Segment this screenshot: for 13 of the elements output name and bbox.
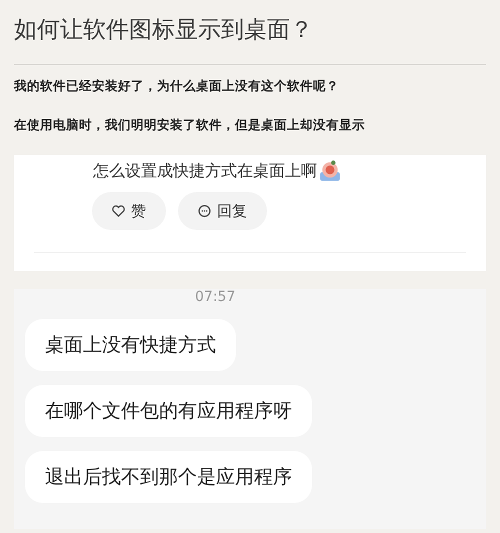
message-bubble: 桌面上没有快捷方式 (25, 319, 236, 371)
message-bubble: 退出后找不到那个是应用程序 (25, 451, 312, 503)
speech-bubble-icon (198, 204, 211, 218)
paragraph: 我的软件已经安装好了，为什么桌面上没有这个软件呢？ (14, 77, 340, 95)
article-title: 如何让软件图标显示到桌面？ (14, 16, 314, 45)
heart-icon (112, 204, 125, 218)
reply-button[interactable]: 回复 (178, 192, 267, 230)
like-button[interactable]: 赞 (92, 192, 166, 230)
message-bubble: 在哪个文件包的有应用程序呀 (25, 385, 312, 437)
message-time: 07:57 (194, 289, 236, 305)
comment-text: 怎么设置成快捷方式在桌面上啊 (93, 160, 317, 182)
emoji-icon (319, 160, 341, 182)
paragraph: 在使用电脑时，我们明明安装了软件，但是桌面上却没有显示 (14, 116, 366, 134)
